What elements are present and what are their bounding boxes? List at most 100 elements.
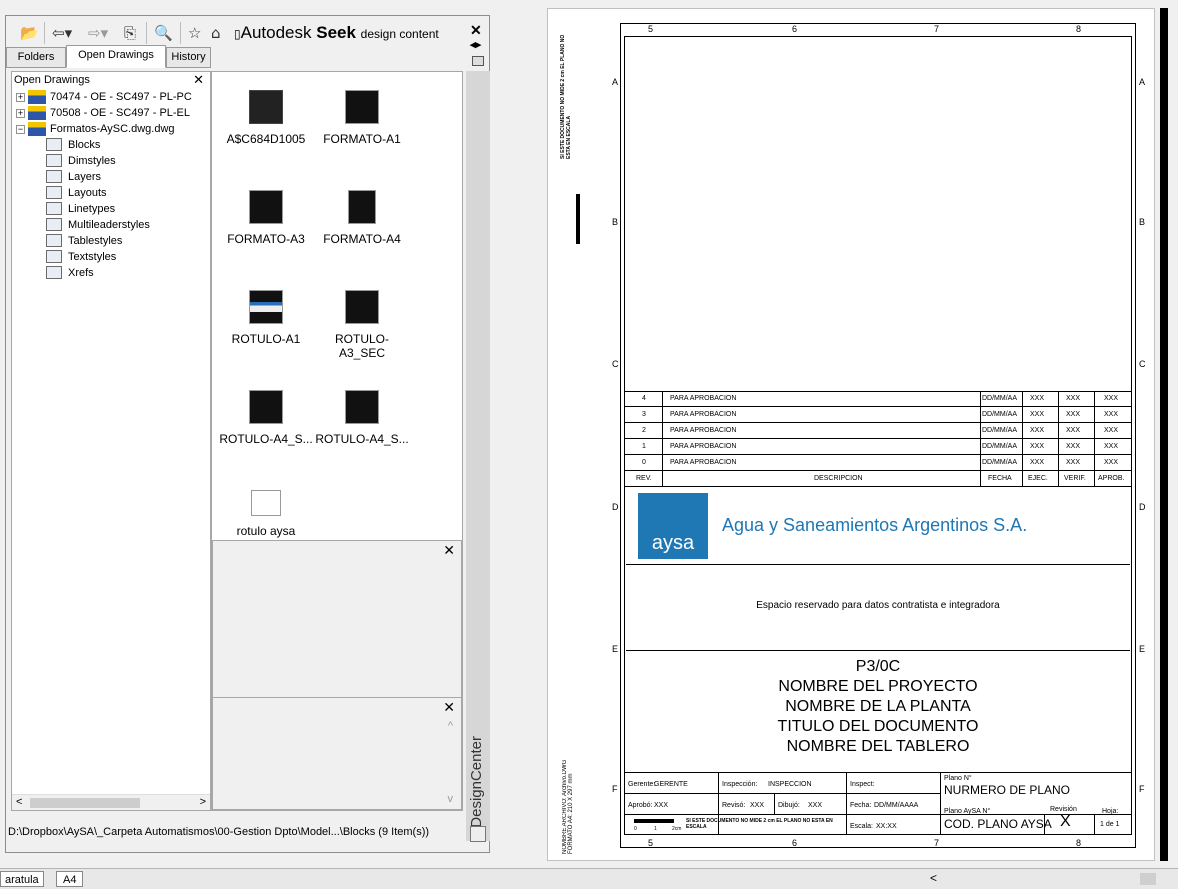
palette-menu-icon[interactable] [470,826,486,842]
col-divider [1094,814,1095,835]
title-block: P3/0C NOMBRE DEL PROYECTO NOMBRE DE LA P… [626,657,1130,769]
tab-history[interactable]: History [166,47,211,68]
tab-label: Open Drawings [78,49,154,61]
col-divider [980,391,981,487]
row-divider [624,814,1132,815]
ejec-cell: XXX [1030,411,1045,418]
verif-cell: XXX [1066,443,1081,450]
block-label: FORMATO-A1 [323,132,401,146]
row-label: D [1139,502,1146,512]
favorites-icon[interactable]: ☆ [188,22,201,44]
block-thumb[interactable]: rotulo aysa [216,490,316,538]
block-preview [249,190,283,224]
folder-tree[interactable]: Open Drawings ✕ +70474 - OE - SC497 - PL… [11,71,211,811]
scroll-right-icon[interactable]: > [200,796,206,808]
block-preview [348,190,376,224]
col-label: 7 [934,838,940,848]
row-divider [624,793,940,794]
autohide-icon[interactable]: ◂▸ [470,38,481,51]
layers-icon [46,170,62,183]
block-preview [345,90,379,124]
fecha-cell: DD/MM/AA [982,427,1017,434]
close-icon[interactable]: ✕ [443,700,455,716]
scroll-thumb[interactable] [1140,873,1156,885]
tree-item-label: Blocks [68,139,101,151]
col-label: 8 [1076,838,1082,848]
layout-tab[interactable]: aratula [0,871,44,887]
row-label: B [1139,217,1146,227]
expand-icon[interactable]: + [16,109,25,118]
tree-item-label: 70474 - OE - SC497 - PL-PC [50,91,192,103]
autodesk-seek-button[interactable]: ▯Autodesk Seek design content [234,22,439,45]
search-icon[interactable]: 🔍 [154,22,173,44]
scroll-thumb[interactable] [30,798,140,808]
row-label: E [612,644,619,654]
tab-open-drawings[interactable]: Open Drawings [66,45,166,68]
seek-cursor-icon: ▯ [234,27,241,41]
plano-aysa-value: COD. PLANO AYSA [944,817,1052,831]
verif-cell: XXX [1066,395,1081,402]
col-divider [774,793,775,814]
desc-cell: PARA APROBACION [670,395,737,402]
forward-icon[interactable]: ⇨▾ [88,22,108,44]
plant-name: NOMBRE DE LA PLANTA [785,698,971,715]
row-label: F [612,784,618,794]
dimstyles-icon [46,154,62,167]
col-divider [1022,391,1023,487]
revision-label: Revisión [1050,806,1077,813]
scroll-left-icon[interactable]: < [16,796,22,808]
scroll-up-icon[interactable]: ^ [448,720,453,732]
tab-folders[interactable]: Folders [6,47,66,68]
escala-value: XX:XX [876,823,897,830]
table-row: 3 PARA APROBACION DD/MM/AA XXX XXX XXX [624,407,1132,423]
properties-icon[interactable] [472,56,484,66]
layout-tab[interactable]: A4 [56,871,84,887]
table-header-row: REV. DESCRIPCION FECHA EJEC. VERIF. APRO… [624,471,1132,487]
back-icon[interactable]: ⇦▾ [52,22,72,44]
aprobo-value: XXX [654,802,669,809]
palette-close-icon[interactable]: ✕ [470,22,482,39]
signature-block: Gerente: GERENTE Inspección: INSPECCION … [624,772,1132,835]
document-title: TITULO DEL DOCUMENTO [777,718,979,735]
home-icon[interactable]: ⌂ [211,22,221,44]
up-icon[interactable]: ⎘ [124,22,136,44]
rev-cell: 4 [642,395,646,402]
inspeccion-value: INSPECCION [768,781,812,788]
expand-icon[interactable]: + [16,93,25,102]
block-label: rotulo aysa [236,524,296,538]
block-thumb[interactable]: ROTULO-A3_SEC [312,290,412,360]
designcenter-palette: 📂 ⇦▾ ⇨▾ ⎘ 🔍 ☆ ⌂ ▯Autodesk Seek design co… [5,15,490,853]
fecha-cell: DD/MM/AA [982,443,1017,450]
block-thumb[interactable]: ROTULO-A1 [216,290,316,346]
scroll-down-icon[interactable]: v [448,793,454,805]
collapse-icon[interactable]: − [16,125,25,134]
layouts-icon [46,186,62,199]
tree-item-label: Tablestyles [68,235,123,247]
block-thumb[interactable]: FORMATO-A1 [312,90,412,146]
load-icon[interactable]: 📂 [20,22,39,44]
aprobo-label: Aprobó: [628,802,653,809]
tree-item-label: Layouts [68,187,107,199]
palette-titlebar[interactable] [466,71,490,841]
hoja-value: 1 de 1 [1100,821,1120,828]
scroll-left-icon[interactable]: < [930,871,937,885]
fecha-header: FECHA [988,475,1012,482]
close-icon[interactable]: ✕ [443,543,455,559]
block-thumb[interactable]: A$C684D1005 [216,90,316,146]
fecha-label: Fecha: [850,802,872,809]
col-divider [846,773,847,835]
block-thumb[interactable]: ROTULO-A4_S... [216,390,316,446]
gerente-label: Gerente: [628,781,656,788]
block-thumb[interactable]: ROTULO-A4_S... [312,390,412,446]
horizontal-scrollbar[interactable]: < > [12,794,210,810]
drawing-sheet[interactable]: 5 6 7 8 5 6 7 8 A B C D E F A B C D E F … [547,8,1155,861]
block-thumb[interactable]: FORMATO-A4 [312,190,412,246]
escala-label: Escala: [850,823,873,830]
block-thumb[interactable]: FORMATO-A3 [216,190,316,246]
tree-close-icon[interactable]: ✕ [193,72,204,88]
scale-note: SI ESTE DOCUMENTO NO MIDE 2 cm EL PLANO … [686,818,833,830]
tree-item-label: Xrefs [68,267,94,279]
aprob-header: APROB. [1098,475,1125,482]
preview-pane: ✕ [212,540,462,700]
block-label: FORMATO-A4 [323,232,401,246]
